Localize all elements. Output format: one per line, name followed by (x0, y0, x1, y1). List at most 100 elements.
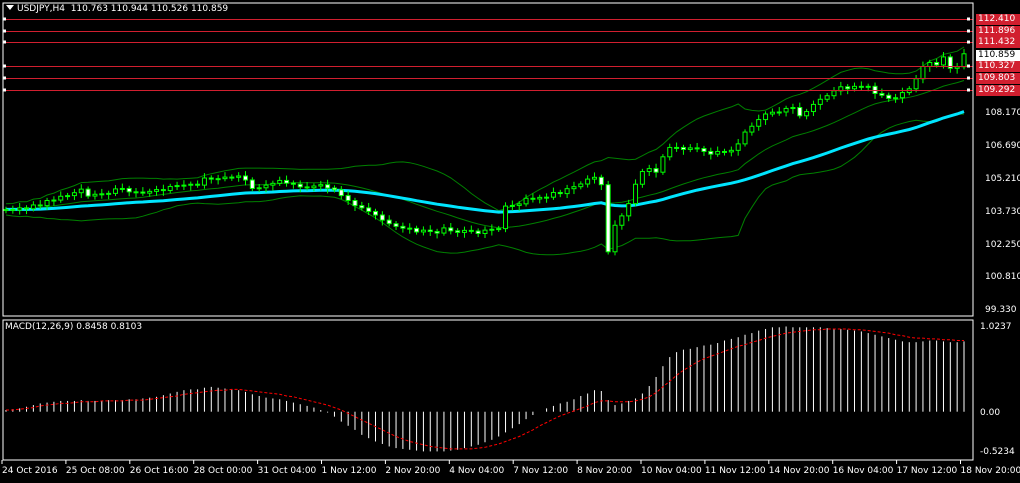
time-axis-tick: 4 Nov 04:00 (449, 466, 505, 476)
candle-body (879, 92, 885, 96)
chart-canvas[interactable] (0, 0, 1020, 483)
candle-body (564, 188, 570, 195)
current-price-tag: 110.859 (976, 50, 1020, 61)
candle-body (373, 210, 379, 216)
candle-body (537, 196, 543, 200)
candle-body (612, 224, 618, 253)
candle-body (475, 230, 481, 235)
candle-body (284, 179, 290, 184)
candle-body (386, 219, 392, 225)
candle-body (626, 203, 632, 217)
candle-body (119, 187, 125, 190)
candle-body (58, 195, 64, 201)
candle-body (270, 182, 276, 186)
candle-body (804, 111, 810, 117)
candle-body (133, 191, 139, 194)
candle-body (797, 107, 803, 117)
candle[interactable] (503, 202, 509, 233)
candle-body (496, 228, 502, 231)
candle-body (516, 203, 522, 206)
candle[interactable] (742, 129, 748, 147)
candle[interactable] (612, 220, 618, 256)
chart-background (0, 0, 1020, 483)
price-axis-tick: 100.810 (985, 271, 1020, 282)
candle-body (393, 223, 399, 227)
candle-body (591, 176, 597, 180)
candle-body (674, 146, 680, 149)
level-line-handle[interactable] (967, 40, 970, 44)
candle[interactable] (660, 154, 666, 175)
candle-body (352, 200, 358, 207)
candle-body (687, 147, 693, 150)
price-level-tag: 109.803 (976, 73, 1020, 84)
candle-body (37, 204, 43, 207)
candle-body (318, 184, 324, 187)
candle-body (578, 183, 584, 188)
time-axis-tick: 8 Nov 20:00 (577, 466, 633, 476)
candle-body (831, 90, 837, 97)
candle-body (263, 184, 269, 189)
candle-body (653, 168, 659, 173)
candle-body (427, 229, 433, 232)
candle-body (927, 61, 933, 68)
candle-body (633, 183, 639, 205)
candle-body (530, 197, 536, 200)
candle-body (680, 146, 686, 150)
candle-body (763, 113, 769, 121)
level-line-handle[interactable] (967, 76, 970, 80)
candle-body (195, 183, 201, 186)
time-axis-tick: 17 Nov 12:00 (896, 466, 958, 476)
price-axis-tick: 103.730 (985, 206, 1020, 217)
candle-body (455, 230, 461, 233)
candle-body (174, 185, 180, 188)
candle-body (728, 149, 734, 153)
candle-body (639, 171, 645, 185)
candle-body (345, 195, 351, 202)
candle-body (783, 107, 789, 113)
candle-body (208, 177, 214, 180)
candle-body (448, 227, 454, 232)
time-axis-tick: 16 Nov 04:00 (832, 466, 894, 476)
candle-body (249, 179, 255, 189)
time-axis-tick: 26 Oct 16:00 (129, 466, 189, 476)
candle-body (290, 182, 296, 185)
candle-body (735, 143, 741, 151)
candle-body (544, 196, 550, 199)
candle[interactable] (605, 180, 611, 255)
symbol-label: USDJPY,H4 (17, 4, 65, 14)
macd-label: MACD(12,26,9) 0.8458 0.8103 (5, 322, 143, 332)
price-level-tag: 111.896 (976, 26, 1020, 37)
candle-body (78, 188, 84, 194)
candle-body (934, 61, 940, 66)
time-axis-tick: 1 Nov 12:00 (321, 466, 377, 476)
candle-body (749, 125, 755, 133)
time-axis-tick: 18 Nov 20:00 (960, 466, 1020, 476)
candle-body (229, 176, 235, 179)
candle-body (715, 150, 721, 155)
candle-body (461, 229, 467, 233)
candle-body (694, 147, 700, 150)
candle-body (810, 103, 816, 113)
candle-body (99, 193, 105, 196)
candle-body (557, 191, 563, 195)
candle-body (913, 78, 919, 90)
candle-body (468, 229, 474, 232)
level-line-handle[interactable] (967, 88, 970, 92)
level-line-handle[interactable] (967, 17, 970, 21)
level-line-handle[interactable] (967, 29, 970, 33)
candle-body (24, 207, 30, 210)
level-line-handle[interactable] (967, 64, 970, 68)
candle-body (858, 85, 864, 88)
dropdown-triangle-icon[interactable] (6, 5, 14, 10)
symbol-header: USDJPY,H4 110.763 110.944 110.526 110.85… (6, 4, 228, 15)
candle-body (71, 192, 77, 197)
candle-body (311, 185, 317, 189)
candle-body (845, 86, 851, 90)
time-axis-tick: 25 Oct 08:00 (65, 466, 125, 476)
time-axis-tick: 11 Nov 12:00 (704, 466, 766, 476)
candle-body (414, 227, 420, 233)
candle-body (441, 227, 447, 234)
time-axis-tick: 7 Nov 12:00 (513, 466, 569, 476)
candle-body (154, 189, 160, 192)
candle-body (701, 148, 707, 152)
